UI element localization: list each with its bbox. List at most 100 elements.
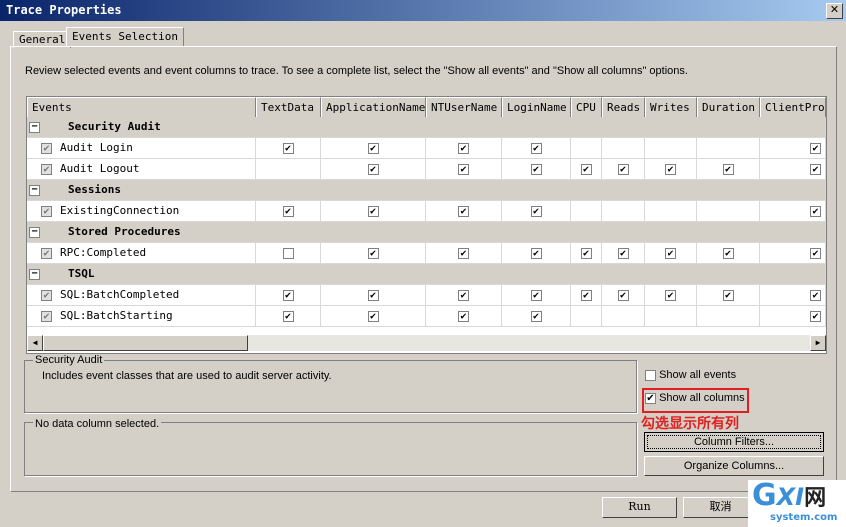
column-checkbox[interactable]: ✔ <box>458 163 469 175</box>
grid-cell: ✔ <box>321 243 426 264</box>
event-row[interactable]: ✔ Audit Login <box>27 138 256 159</box>
show-all-columns-checkbox[interactable]: ✔ Show all columns <box>645 392 745 404</box>
column-checkbox[interactable] <box>282 247 294 259</box>
grid-cell: ✔ <box>571 285 602 306</box>
grid-cell <box>256 243 321 264</box>
grid-cell: ✔ <box>760 201 826 222</box>
grid-cell: ✔ <box>697 159 760 180</box>
event-checkbox[interactable]: ✔ <box>41 142 52 154</box>
grid-cell: ✔ <box>571 159 602 180</box>
column-checkbox[interactable]: ✔ <box>530 247 542 259</box>
show-all-columns-label: Show all columns <box>659 392 745 404</box>
column-checkbox[interactable]: ✔ <box>810 289 821 301</box>
column-checkbox[interactable]: ✔ <box>617 163 629 175</box>
scroll-left-icon[interactable]: ◀ <box>27 335 43 351</box>
column-header-writes[interactable]: Writes <box>645 97 697 118</box>
column-checkbox[interactable]: ✔ <box>530 142 542 154</box>
show-all-events-label: Show all events <box>659 369 737 381</box>
column-checkbox[interactable]: ✔ <box>530 289 542 301</box>
column-checkbox[interactable]: ✔ <box>282 142 294 154</box>
column-checkbox[interactable]: ✔ <box>282 289 294 301</box>
column-checkbox[interactable]: ✔ <box>580 289 592 301</box>
column-header-clientproc[interactable]: ClientProc <box>760 97 826 118</box>
column-filters-button[interactable]: Column Filters... <box>644 432 824 452</box>
column-checkbox[interactable]: ✔ <box>458 247 469 259</box>
column-header-textdata[interactable]: TextData <box>256 97 321 118</box>
column-header-applicationname[interactable]: ApplicationName <box>321 97 426 118</box>
column-checkbox[interactable]: ✔ <box>722 289 734 301</box>
column-checkbox[interactable]: ✔ <box>810 247 821 259</box>
category-row[interactable]: − Security Audit <box>27 117 826 138</box>
show-all-events-checkbox[interactable]: Show all events <box>645 369 736 381</box>
column-checkbox[interactable]: ✔ <box>367 205 379 217</box>
event-row[interactable]: ✔ ExistingConnection <box>27 201 256 222</box>
column-checkbox[interactable]: ✔ <box>665 163 676 175</box>
event-checkbox[interactable]: ✔ <box>41 310 52 322</box>
column-checkbox[interactable]: ✔ <box>810 163 821 175</box>
category-label: Sessions <box>68 183 121 196</box>
column-checkbox[interactable]: ✔ <box>722 247 734 259</box>
horizontal-scrollbar[interactable]: ◀ ▶ <box>27 335 826 351</box>
event-row[interactable]: ✔ Audit Logout <box>27 159 256 180</box>
collapse-icon[interactable]: − <box>29 184 40 196</box>
column-checkbox[interactable]: ✔ <box>530 310 542 322</box>
event-row[interactable]: ✔ RPC:Completed <box>27 243 256 264</box>
column-checkbox[interactable]: ✔ <box>810 205 821 217</box>
collapse-icon[interactable]: − <box>29 121 40 133</box>
column-checkbox[interactable]: ✔ <box>367 163 379 175</box>
column-checkbox[interactable]: ✔ <box>282 205 294 217</box>
organize-columns-button[interactable]: Organize Columns... <box>644 456 824 476</box>
column-checkbox[interactable]: ✔ <box>458 310 469 322</box>
column-checkbox[interactable]: ✔ <box>367 289 379 301</box>
column-checkbox[interactable]: ✔ <box>810 142 821 154</box>
scroll-right-icon[interactable]: ▶ <box>810 335 826 351</box>
column-checkbox[interactable]: ✔ <box>282 310 294 322</box>
column-checkbox[interactable]: ✔ <box>617 289 629 301</box>
close-button[interactable]: ✕ <box>826 3 843 19</box>
event-checkbox[interactable]: ✔ <box>41 289 52 301</box>
collapse-icon[interactable]: − <box>29 268 40 280</box>
column-header-reads[interactable]: Reads <box>602 97 645 118</box>
grid-cell: ✔ <box>645 159 697 180</box>
tab-events-selection[interactable]: Events Selection <box>66 27 184 46</box>
column-header-events[interactable]: Events <box>27 97 256 118</box>
column-checkbox[interactable]: ✔ <box>580 247 592 259</box>
category-row[interactable]: − Stored Procedures <box>27 222 826 243</box>
column-checkbox[interactable]: ✔ <box>665 247 676 259</box>
event-checkbox[interactable]: ✔ <box>41 247 52 259</box>
event-row[interactable]: ✔ SQL:BatchCompleted <box>27 285 256 306</box>
scrollbar-thumb[interactable] <box>43 335 248 351</box>
checkbox-icon[interactable] <box>645 369 656 381</box>
collapse-icon[interactable]: − <box>29 226 40 238</box>
column-checkbox[interactable]: ✔ <box>530 205 542 217</box>
event-row[interactable]: ✔ SQL:BatchStarting <box>27 306 256 327</box>
column-checkbox[interactable]: ✔ <box>617 247 629 259</box>
column-checkbox[interactable]: ✔ <box>458 289 469 301</box>
column-checkbox[interactable]: ✔ <box>458 142 469 154</box>
event-checkbox[interactable]: ✔ <box>41 163 52 175</box>
column-header-ntusername[interactable]: NTUserName <box>426 97 502 118</box>
run-button[interactable]: Run <box>602 497 677 518</box>
column-checkbox[interactable]: ✔ <box>458 205 469 217</box>
grid-cell: ✔ <box>602 243 645 264</box>
annotation-text: 勾选显示所有列 <box>641 416 739 432</box>
category-row[interactable]: − TSQL <box>27 264 826 285</box>
checkbox-checked-icon[interactable]: ✔ <box>645 392 656 404</box>
grid-cell <box>697 201 760 222</box>
column-checkbox[interactable]: ✔ <box>367 247 379 259</box>
column-checkbox[interactable]: ✔ <box>367 310 379 322</box>
column-checkbox[interactable]: ✔ <box>367 142 379 154</box>
category-row[interactable]: − Sessions <box>27 180 826 201</box>
cancel-button[interactable]: 取消 <box>683 497 758 518</box>
column-header-loginname[interactable]: LoginName <box>502 97 571 118</box>
column-checkbox[interactable]: ✔ <box>665 289 676 301</box>
grid-cell: ✔ <box>697 285 760 306</box>
column-header-duration[interactable]: Duration <box>697 97 760 118</box>
column-checkbox[interactable]: ✔ <box>530 163 542 175</box>
event-label: RPC:Completed <box>60 246 147 259</box>
column-checkbox[interactable]: ✔ <box>722 163 734 175</box>
event-checkbox[interactable]: ✔ <box>41 205 52 217</box>
column-header-cpu[interactable]: CPU <box>571 97 602 118</box>
column-checkbox[interactable]: ✔ <box>810 310 821 322</box>
column-checkbox[interactable]: ✔ <box>580 163 592 175</box>
